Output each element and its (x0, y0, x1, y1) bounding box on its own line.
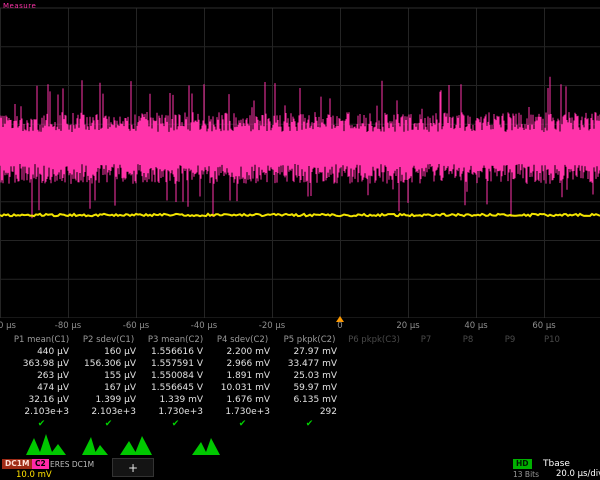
measure-value: 156.306 µV (75, 358, 142, 370)
measure-value: 1.399 µV (75, 394, 142, 406)
measure-value: 1.891 mV (209, 370, 276, 382)
plot-canvas[interactable] (0, 0, 600, 318)
channel-c1-coupling-chip[interactable]: DC1M (2, 459, 32, 469)
descriptor-bar: DC1M 10.0 mV C2 ERES DC1M + HD Tbase 13 … (0, 457, 600, 480)
measure-value: 155 µV (75, 370, 142, 382)
c1-trace[interactable] (0, 214, 600, 216)
table-row: 263 µV155 µV1.550084 V1.891 mV25.03 mV (8, 370, 600, 382)
measure-value: 1.550084 V (142, 370, 209, 382)
measurement-table: P1 mean(C1)P2 sdev(C1)P3 mean(C2)P4 sdev… (8, 334, 600, 430)
measure-value: 1.556616 V (142, 346, 209, 358)
table-row: 474 µV167 µV1.556645 V10.031 mV59.97 mV (8, 382, 600, 394)
measure-header[interactable]: P4 sdev(C2) (209, 334, 276, 346)
channel-c1-scale[interactable]: 10.0 mV (16, 470, 52, 480)
measure-header[interactable]: P8 (447, 334, 489, 346)
time-axis: -100 µs -80 µs -60 µs -40 µs -20 µs 0 20 µs 40 … (0, 319, 600, 333)
hd-mode-badge[interactable]: HD (513, 459, 532, 469)
plus-icon: + (128, 461, 138, 475)
measure-value: 292 (276, 406, 343, 418)
hd-bits-label: 13 Bits (513, 470, 539, 479)
time-axis-label: 0 (337, 321, 342, 331)
histicons-canvas (0, 429, 600, 457)
measure-header[interactable]: P9 (489, 334, 531, 346)
measure-value: 2.966 mV (209, 358, 276, 370)
time-axis-label: -60 µs (123, 321, 149, 331)
measure-value: 1.557591 V (142, 358, 209, 370)
table-row: 363.98 µV156.306 µV1.557591 V2.966 mV33.… (8, 358, 600, 370)
measure-value: 2.103e+3 (8, 406, 75, 418)
measure-value: 167 µV (75, 382, 142, 394)
measure-header[interactable]: P1 mean(C1) (8, 334, 75, 346)
measure-value: 1.730e+3 (142, 406, 209, 418)
table-row: 2.103e+32.103e+31.730e+31.730e+3292 (8, 406, 600, 418)
measure-header[interactable]: P7 (405, 334, 447, 346)
measure-histicons (0, 429, 600, 457)
measure-value: 1.676 mV (209, 394, 276, 406)
measure-value: 2.103e+3 (75, 406, 142, 418)
time-axis-label: -20 µs (259, 321, 285, 331)
measure-value: 2.200 mV (209, 346, 276, 358)
histicon (26, 434, 66, 455)
measure-value: 160 µV (75, 346, 142, 358)
histicon (82, 437, 108, 455)
table-row: 32.16 µV1.399 µV1.339 mV1.676 mV6.135 mV (8, 394, 600, 406)
timebase-descriptor[interactable]: Tbase (543, 459, 570, 469)
top-left-annotation: Measure (3, 2, 36, 10)
measure-header[interactable]: P2 sdev(C1) (75, 334, 142, 346)
timebase-scale: 20.0 µs/div (556, 469, 600, 479)
measure-value: 33.477 mV (276, 358, 343, 370)
measure-header[interactable]: P6 pkpk(C3) (343, 334, 405, 346)
measure-header[interactable]: P5 pkpk(C2) (276, 334, 343, 346)
table-row: 440 µV160 µV1.556616 V2.200 mV27.97 mV (8, 346, 600, 358)
histicon (192, 438, 220, 455)
measure-value: 440 µV (8, 346, 75, 358)
measure-value: 263 µV (8, 370, 75, 382)
measure-value: 363.98 µV (8, 358, 75, 370)
channel-c2-chip[interactable]: C2 (32, 459, 49, 469)
measure-value: 474 µV (8, 382, 75, 394)
measure-value: 25.03 mV (276, 370, 343, 382)
measure-header[interactable]: P10 (531, 334, 573, 346)
channel-c2-coupling[interactable]: ERES DC1M (50, 460, 94, 469)
time-axis-label: 40 µs (464, 321, 487, 331)
time-axis-label: 60 µs (532, 321, 555, 331)
measure-value: 1.556645 V (142, 382, 209, 394)
measure-value: 27.97 mV (276, 346, 343, 358)
time-axis-label: 20 µs (396, 321, 419, 331)
time-axis-label: -80 µs (55, 321, 81, 331)
add-trace-button[interactable]: + (112, 458, 154, 477)
oscilloscope-screen: Measure -100 µs -80 µs -60 µs -40 µs -20 µs 0… (0, 0, 600, 480)
measure-value: 6.135 mV (276, 394, 343, 406)
measure-value: 1.730e+3 (209, 406, 276, 418)
time-axis-label: -100 µs (0, 321, 16, 331)
c2-trace[interactable] (0, 77, 600, 219)
measure-value: 10.031 mV (209, 382, 276, 394)
measure-value: 59.97 mV (276, 382, 343, 394)
time-axis-label: -40 µs (191, 321, 217, 331)
measure-value: 1.339 mV (142, 394, 209, 406)
waveform-display[interactable]: Measure (0, 0, 600, 318)
histicon (120, 436, 152, 455)
measure-value: 32.16 µV (8, 394, 75, 406)
measure-header[interactable]: P3 mean(C2) (142, 334, 209, 346)
